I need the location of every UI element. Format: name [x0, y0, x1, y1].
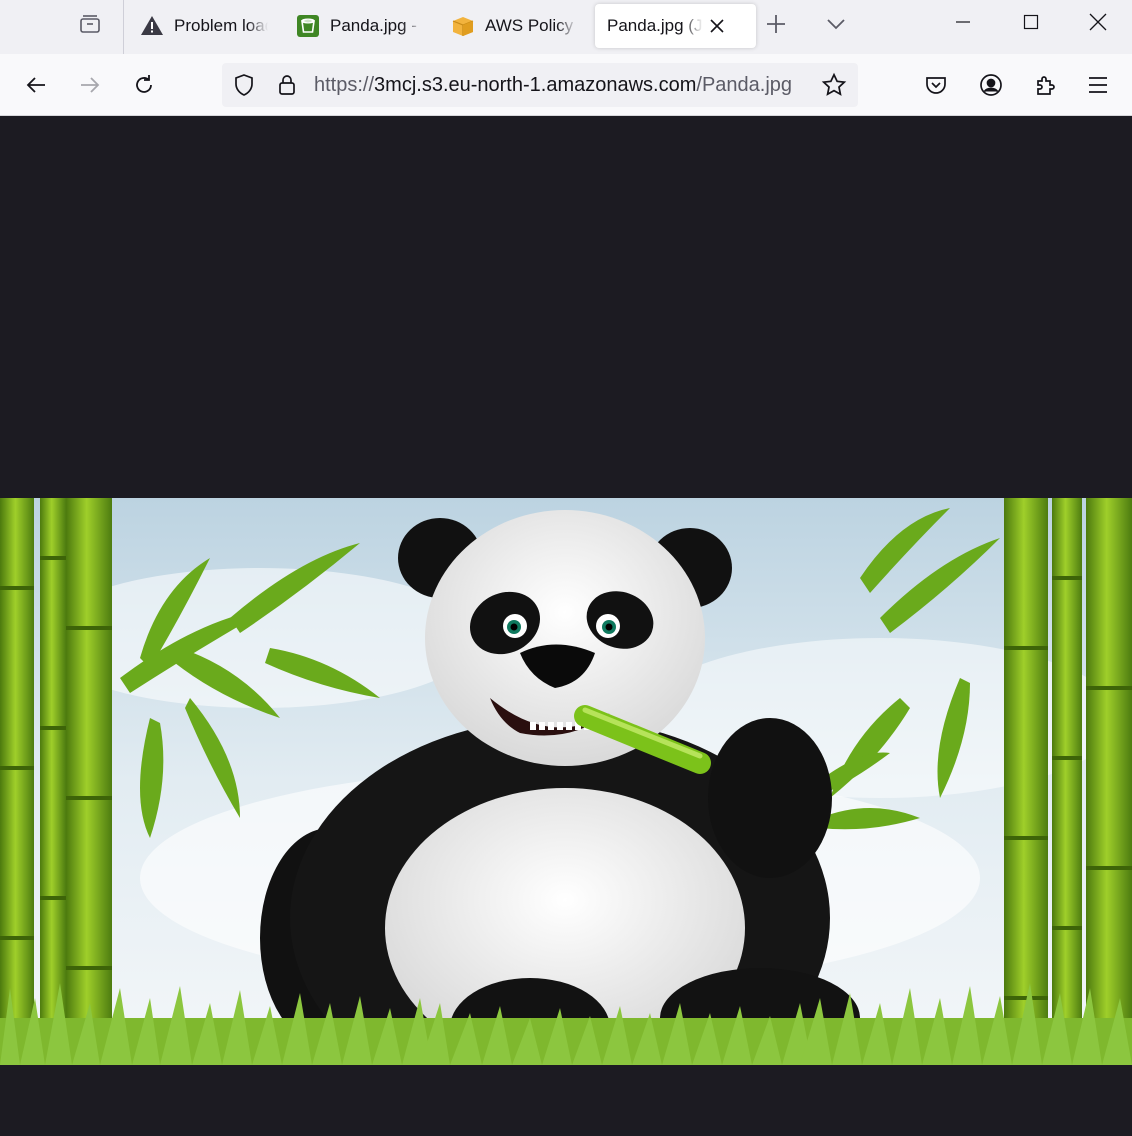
close-window-button[interactable]	[1064, 0, 1132, 44]
firefox-view-button[interactable]	[72, 6, 108, 42]
back-button[interactable]	[18, 67, 54, 103]
tab-title: AWS Policy Generator	[485, 16, 577, 35]
close-icon	[1089, 13, 1107, 31]
app-menu-button[interactable]	[1080, 67, 1116, 103]
tab-title: Problem loading page	[174, 16, 268, 35]
tab-aws-policy[interactable]: AWS Policy Generator	[451, 4, 577, 48]
reload-icon	[136, 75, 152, 93]
tab-title: Panda.jpg (JPEG Image)	[607, 16, 703, 35]
forward-button[interactable]	[72, 67, 108, 103]
pocket-button[interactable]	[918, 67, 954, 103]
list-all-tabs-button[interactable]	[818, 6, 854, 42]
tracking-protection-shield-icon[interactable]	[230, 71, 258, 99]
close-tab-button[interactable]	[705, 14, 729, 38]
panda-image[interactable]	[0, 498, 1132, 1065]
url-scheme: https://	[314, 74, 375, 96]
tab-title: Panda.jpg - S3 bucket	[330, 16, 422, 35]
aws-box-icon	[451, 14, 475, 38]
bamboo-left	[0, 498, 112, 1065]
address-bar[interactable]: https://3mcj.s3.eu-north-1.amazonaws.com…	[222, 63, 858, 107]
minimize-button[interactable]	[929, 0, 997, 44]
tab-panda-jpeg-active[interactable]: Panda.jpg (JPEG Image)	[595, 4, 756, 48]
tab-problem-loading[interactable]: Problem loading page	[140, 4, 268, 48]
reload-button[interactable]	[126, 67, 162, 103]
tab-separator	[123, 0, 124, 54]
url-path: /Panda.jpg	[696, 74, 793, 96]
tab-s3-panda[interactable]: Panda.jpg - S3 bucket	[296, 4, 422, 48]
back-arrow-icon	[26, 77, 45, 93]
puzzle-piece-icon	[1037, 76, 1055, 95]
maximize-icon	[1023, 14, 1039, 30]
lock-icon[interactable]	[273, 71, 301, 99]
s3-bucket-icon	[296, 14, 320, 38]
forward-arrow-icon	[81, 77, 100, 93]
navigation-toolbar: https://3mcj.s3.eu-north-1.amazonaws.com…	[0, 54, 1132, 116]
panda-right-arm	[708, 718, 832, 878]
warning-icon	[140, 14, 164, 38]
new-tab-button[interactable]	[758, 6, 794, 42]
tab-strip: Problem loading page Panda.jpg - S3 buck…	[0, 0, 1132, 54]
account-icon	[980, 74, 1002, 96]
account-button[interactable]	[973, 67, 1009, 103]
bookmark-star-icon[interactable]	[820, 71, 848, 99]
chevron-down-icon	[827, 19, 845, 30]
panda-illustration	[0, 498, 1132, 1065]
pocket-icon	[926, 77, 946, 94]
url-text[interactable]: https://3mcj.s3.eu-north-1.amazonaws.com…	[314, 74, 792, 97]
extensions-button[interactable]	[1027, 67, 1063, 103]
bamboo-right	[1004, 498, 1132, 1065]
url-host: 3mcj.s3.eu-north-1.amazonaws.com	[374, 74, 697, 96]
image-viewer	[0, 116, 1132, 1136]
close-icon	[710, 19, 724, 33]
maximize-button[interactable]	[997, 0, 1065, 44]
plus-icon	[767, 15, 785, 33]
minimize-icon	[956, 21, 970, 23]
hamburger-menu-icon	[1089, 77, 1107, 93]
firefox-view-icon	[80, 15, 100, 33]
